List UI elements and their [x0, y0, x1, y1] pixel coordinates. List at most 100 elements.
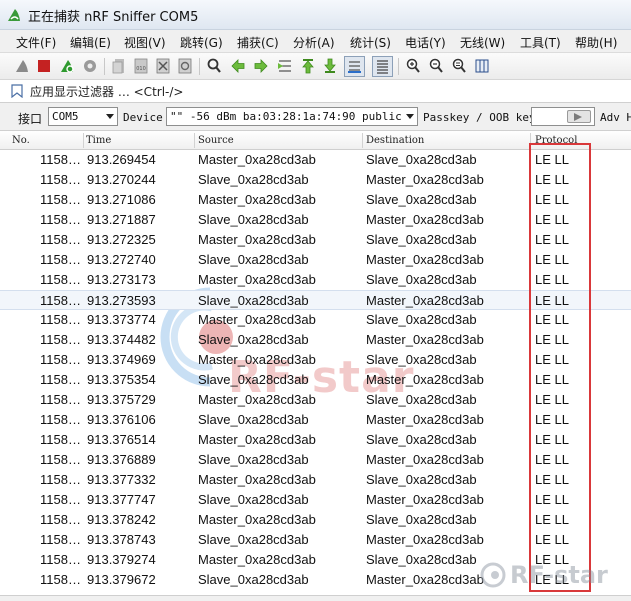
passkey-input[interactable] [531, 107, 595, 126]
destination-cell: Master_0xa28cd3ab [366, 252, 484, 267]
shark-fin-icon[interactable] [13, 57, 31, 75]
autoscroll-icon[interactable] [344, 56, 365, 77]
time-cell: 913.373774 [87, 312, 156, 327]
destination-cell: Slave_0xa28cd3ab [366, 272, 477, 287]
apply-arrow-icon[interactable] [567, 110, 591, 123]
source-cell: Master_0xa28cd3ab [198, 552, 316, 567]
table-row[interactable]: 1158… 913.376106 Slave_0xa28cd3ab Master_0x… [0, 410, 631, 430]
menu-tools[interactable]: 工具(T) [520, 34, 561, 51]
restart-icon[interactable] [58, 57, 76, 75]
source-cell: Slave_0xa28cd3ab [198, 532, 309, 547]
menu-wireless[interactable]: 无线(W) [460, 34, 505, 51]
column-divider[interactable] [530, 133, 531, 148]
packet-list-header: No. Time Source Destination Protocol [0, 131, 631, 150]
table-row[interactable]: 1158… 913.377332 Master_0xa28cd3ab Slave_0x… [0, 470, 631, 490]
device-select[interactable]: "" -56 dBm ba:03:28:1a:74:90 public [166, 107, 418, 126]
menu-view[interactable]: 视图(V) [124, 34, 166, 51]
destination-cell: Master_0xa28cd3ab [366, 572, 484, 587]
forward-icon[interactable] [252, 57, 270, 75]
destination-cell: Slave_0xa28cd3ab [366, 312, 477, 327]
packet-number-cell: 1158… [40, 352, 81, 367]
packet-number-cell: 1158… [40, 572, 81, 587]
menu-telephony[interactable]: 电话(Y) [405, 34, 446, 51]
table-row[interactable]: 1158… 913.374969 Master_0xa28cd3ab Slave_0x… [0, 350, 631, 370]
last-packet-icon[interactable] [321, 57, 339, 75]
column-divider[interactable] [194, 133, 195, 148]
table-row[interactable]: 1158… 913.375354 Slave_0xa28cd3ab Master_0x… [0, 370, 631, 390]
table-row[interactable]: 1158… 913.272740 Slave_0xa28cd3ab Master_0x… [0, 250, 631, 270]
packet-number-cell: 1158… [40, 192, 81, 207]
table-row[interactable]: 1158… 913.377747 Slave_0xa28cd3ab Master_0x… [0, 490, 631, 510]
table-row[interactable]: 1158… 913.269454 Master_0xa28cd3ab Slave_0x… [0, 150, 631, 170]
column-divider[interactable] [362, 133, 363, 148]
interface-select[interactable]: COM5 [48, 107, 118, 126]
table-row[interactable]: 1158… 913.378743 Slave_0xa28cd3ab Master_0x… [0, 530, 631, 550]
find-icon[interactable] [205, 57, 223, 75]
zoom-in-icon[interactable] [404, 57, 422, 75]
menu-analyze[interactable]: 分析(A) [293, 34, 335, 51]
column-header-protocol[interactable]: Protocol [535, 135, 577, 146]
interface-value: COM5 [52, 110, 79, 123]
column-header-no[interactable]: No. [12, 135, 30, 146]
source-cell: Slave_0xa28cd3ab [198, 412, 309, 427]
packet-number-cell: 1158… [40, 152, 81, 167]
table-row[interactable]: 1158… 913.378242 Master_0xa28cd3ab Slave_0x… [0, 510, 631, 530]
column-header-source[interactable]: Source [198, 135, 234, 146]
time-cell: 913.273593 [87, 293, 156, 308]
first-packet-icon[interactable] [299, 57, 317, 75]
save-icon[interactable]: 010 [132, 57, 150, 75]
menu-go[interactable]: 跳转(G) [180, 34, 223, 51]
menu-edit[interactable]: 编辑(E) [70, 34, 111, 51]
time-cell: 913.376889 [87, 452, 156, 467]
source-cell: Master_0xa28cd3ab [198, 352, 316, 367]
shark-fin-icon [8, 9, 20, 21]
packet-list[interactable]: 1158… 913.269454 Master_0xa28cd3ab Slave_0x… [0, 150, 631, 595]
go-to-packet-icon[interactable] [276, 57, 294, 75]
bookmark-icon[interactable] [11, 84, 23, 98]
resize-columns-icon[interactable] [473, 57, 491, 75]
protocol-cell: LE LL [535, 192, 569, 207]
table-row[interactable]: 1158… 913.271887 Slave_0xa28cd3ab Master_0x… [0, 210, 631, 230]
menu-statistics[interactable]: 统计(S) [350, 34, 391, 51]
normal-size-icon[interactable] [450, 57, 468, 75]
destination-cell: Master_0xa28cd3ab [366, 452, 484, 467]
menu-file[interactable]: 文件(F) [16, 34, 56, 51]
table-row[interactable]: 1158… 913.379274 Master_0xa28cd3ab Slave_0x… [0, 550, 631, 570]
zoom-out-icon[interactable] [427, 57, 445, 75]
time-cell: 913.376514 [87, 432, 156, 447]
device-label: Device [123, 111, 163, 124]
menu-help[interactable]: 帮助(H) [575, 34, 617, 51]
time-cell: 913.379672 [87, 572, 156, 587]
colorize-icon[interactable] [372, 56, 393, 77]
table-row[interactable]: 1158… 913.271086 Master_0xa28cd3ab Slave_0x… [0, 190, 631, 210]
time-cell: 913.378743 [87, 532, 156, 547]
display-filter-input[interactable]: 应用显示过滤器 … <Ctrl-/> [30, 83, 183, 100]
column-header-time[interactable]: Time [86, 135, 111, 146]
destination-cell: Slave_0xa28cd3ab [366, 232, 477, 247]
source-cell: Slave_0xa28cd3ab [198, 372, 309, 387]
menu-capture[interactable]: 捕获(C) [237, 34, 279, 51]
column-header-destination[interactable]: Destination [366, 135, 424, 146]
capture-options-icon[interactable] [81, 57, 99, 75]
table-row[interactable]: 1158… 913.376514 Master_0xa28cd3ab Slave_0x… [0, 430, 631, 450]
table-row[interactable]: 1158… 913.375729 Master_0xa28cd3ab Slave_0x… [0, 390, 631, 410]
packet-number-cell: 1158… [40, 432, 81, 447]
open-file-icon[interactable] [110, 57, 128, 75]
packet-number-cell: 1158… [40, 532, 81, 547]
back-icon[interactable] [229, 57, 247, 75]
table-row[interactable]: 1158… 913.376889 Slave_0xa28cd3ab Master_0x… [0, 450, 631, 470]
reload-icon[interactable] [176, 57, 194, 75]
stop-icon[interactable] [35, 57, 53, 75]
destination-cell: Master_0xa28cd3ab [366, 532, 484, 547]
table-row[interactable]: 1158… 913.379672 Slave_0xa28cd3ab Master_0x… [0, 570, 631, 590]
table-row[interactable]: 1158… 913.272325 Master_0xa28cd3ab Slave_0x… [0, 230, 631, 250]
column-divider[interactable] [83, 133, 84, 148]
toolbar-separator [398, 58, 399, 75]
close-file-icon[interactable] [154, 57, 172, 75]
table-row[interactable]: 1158… 913.270244 Slave_0xa28cd3ab Master_0x… [0, 170, 631, 190]
table-row[interactable]: 1158… 913.273173 Master_0xa28cd3ab Slave_0x… [0, 270, 631, 290]
table-row[interactable]: 1158… 913.373774 Master_0xa28cd3ab Slave_0x… [0, 310, 631, 330]
table-row[interactable]: 1158… 913.374482 Slave_0xa28cd3ab Master_0x… [0, 330, 631, 350]
table-row[interactable]: 1158… 913.273593 Slave_0xa28cd3ab Master_0x… [0, 290, 631, 310]
source-cell: Master_0xa28cd3ab [198, 512, 316, 527]
